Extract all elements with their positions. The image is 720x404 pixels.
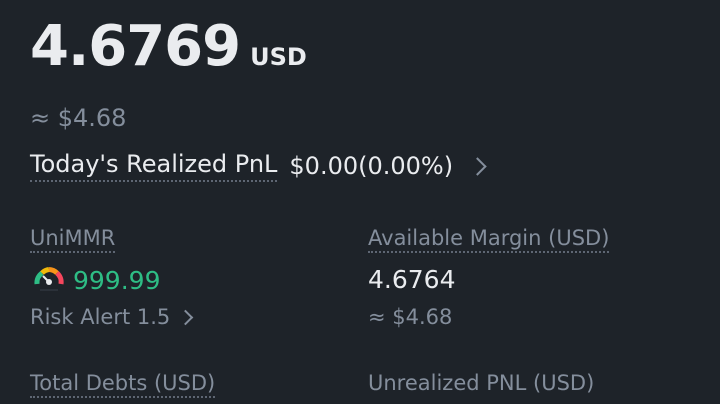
unimmr-label[interactable]: UniMMR	[30, 226, 116, 253]
balance-approx-value: ≈ $4.68	[30, 104, 127, 132]
chevron-right-icon[interactable]	[177, 309, 194, 325]
gauge-icon	[33, 264, 65, 296]
chevron-right-icon[interactable]	[468, 156, 487, 176]
todays-realized-pnl-row[interactable]: Today's Realized PnL $0.00(0.00%)	[30, 150, 487, 182]
available-margin-approx: ≈ $4.68	[368, 305, 453, 329]
risk-alert-row[interactable]: Risk Alert 1.5	[30, 305, 194, 329]
balance-value: 4.6769	[30, 14, 241, 79]
available-margin-value: 4.6764	[368, 265, 456, 294]
pnl-label[interactable]: Today's Realized PnL	[30, 150, 278, 182]
available-margin-label[interactable]: Available Margin (USD)	[368, 226, 610, 253]
balance-row: 4.6769 USD	[30, 12, 307, 82]
risk-alert-label[interactable]: Risk Alert 1.5	[30, 305, 170, 329]
unimmr-value: 999.99	[73, 265, 161, 295]
pnl-value: $0.00(0.00%)	[289, 152, 454, 180]
unimmr-value-row: 999.99	[33, 264, 160, 296]
unrealized-pnl-label: Unrealized PNL (USD)	[368, 371, 595, 395]
balance-unit: USD	[250, 43, 307, 71]
total-debts-label[interactable]: Total Debts (USD)	[30, 371, 216, 398]
